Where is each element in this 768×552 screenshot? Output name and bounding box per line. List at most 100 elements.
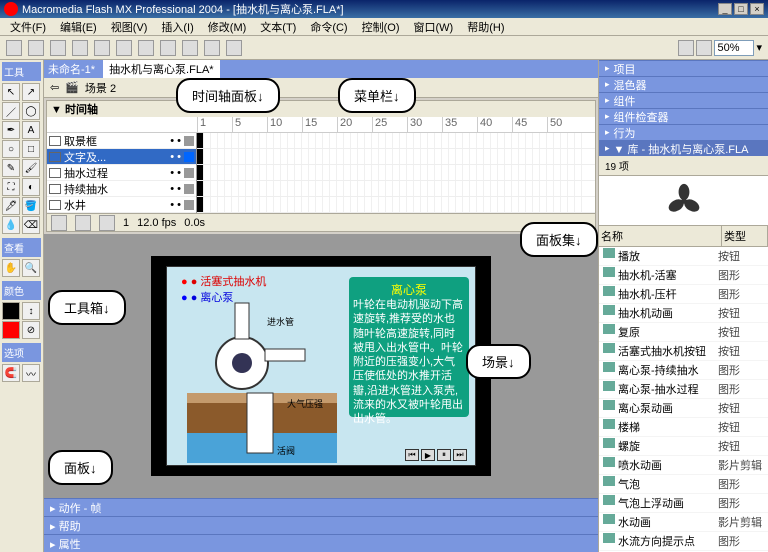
add-layer-icon[interactable] xyxy=(51,215,67,231)
zoom-input[interactable] xyxy=(714,40,754,56)
panel-help[interactable]: ▸ 帮助 xyxy=(44,516,598,534)
timeline-layer[interactable]: 取景框•• xyxy=(47,133,196,149)
pencil-tool[interactable]: ✎ xyxy=(2,159,20,177)
text-tool[interactable]: A xyxy=(22,121,40,139)
add-folder-icon[interactable] xyxy=(75,215,91,231)
panel-components[interactable]: 组件 xyxy=(599,92,768,108)
library-title[interactable]: ▼ 库 - 抽水机与离心泵.FLA xyxy=(599,140,768,156)
zoom-tool[interactable]: 🔍 xyxy=(22,259,40,277)
bucket-tool[interactable]: 🪣 xyxy=(22,197,40,215)
open-icon[interactable] xyxy=(28,40,44,56)
hand-tool[interactable]: ✋ xyxy=(2,259,20,277)
library-item[interactable]: 螺旋按钮 xyxy=(599,437,768,456)
menu-commands[interactable]: 命令(C) xyxy=(304,18,353,36)
ink-tool[interactable]: 🖋 xyxy=(2,197,20,215)
panel-inspector[interactable]: 组件检查器 xyxy=(599,108,768,124)
stroke-color[interactable] xyxy=(2,302,20,320)
eraser-tool[interactable]: ⌫ xyxy=(22,216,40,234)
tab-untitled[interactable]: 未命名-1* xyxy=(48,61,95,77)
menu-text[interactable]: 文本(T) xyxy=(254,18,302,36)
library-item[interactable]: 离心泵-抽水过程图形 xyxy=(599,380,768,399)
hand-icon[interactable] xyxy=(678,40,694,56)
canvas[interactable]: ● ● 活塞式抽水机 ● ● 离心泵 离心泵 叶轮在电动机驱动下高速旋转,推荐受… xyxy=(166,266,476,466)
menu-modify[interactable]: 修改(M) xyxy=(202,18,253,36)
panel-mixer[interactable]: 混色器 xyxy=(599,76,768,92)
lasso-tool[interactable]: ◯ xyxy=(22,102,40,120)
close-button[interactable]: × xyxy=(750,3,764,15)
undo-icon[interactable] xyxy=(160,40,176,56)
oval-tool[interactable]: ○ xyxy=(2,140,20,158)
snap-icon[interactable] xyxy=(204,40,220,56)
transform-tool[interactable]: ⛶ xyxy=(2,178,20,196)
option-smooth[interactable]: 〰 xyxy=(22,364,40,382)
frame-row[interactable] xyxy=(197,165,595,181)
library-item[interactable]: 气泡图形 xyxy=(599,475,768,494)
option-magnet[interactable]: 🧲 xyxy=(2,364,20,382)
rect-tool[interactable]: □ xyxy=(22,140,40,158)
panel-behaviors[interactable]: 行为 xyxy=(599,124,768,140)
library-item[interactable]: 楼梯按钮 xyxy=(599,418,768,437)
back-icon[interactable]: ⇦ xyxy=(50,81,59,94)
play-icon[interactable]: ▶ xyxy=(421,449,435,461)
paste-icon[interactable] xyxy=(138,40,154,56)
menu-help[interactable]: 帮助(H) xyxy=(461,18,510,36)
brush-tool[interactable]: 🖌 xyxy=(22,159,40,177)
first-frame-icon[interactable]: ⏮ xyxy=(405,449,419,461)
frame-row[interactable] xyxy=(197,181,595,197)
menu-file[interactable]: 文件(F) xyxy=(4,18,52,36)
library-item[interactable]: 水流方向提示点图形 xyxy=(599,532,768,551)
no-color[interactable]: ⊘ xyxy=(22,321,40,339)
library-list[interactable]: 播放按钮抽水机-活塞图形抽水机-压杆图形抽水机动画按钮复原按钮活塞式抽水机按钮按… xyxy=(599,247,768,552)
scene-icon[interactable]: 🎬 xyxy=(65,81,79,94)
menu-window[interactable]: 窗口(W) xyxy=(408,18,460,36)
align-icon[interactable] xyxy=(226,40,242,56)
fill-transform-tool[interactable]: ◐ xyxy=(22,178,40,196)
fill-color[interactable] xyxy=(2,321,20,339)
col-type[interactable]: 类型 xyxy=(722,226,768,246)
dropper-tool[interactable]: 💧 xyxy=(2,216,20,234)
last-frame-icon[interactable]: ⏭ xyxy=(453,449,467,461)
frames-area[interactable] xyxy=(197,133,595,213)
copy-icon[interactable] xyxy=(116,40,132,56)
delete-layer-icon[interactable] xyxy=(99,215,115,231)
scene-name[interactable]: 场景 2 xyxy=(85,80,116,96)
library-item[interactable]: 复原按钮 xyxy=(599,323,768,342)
print-icon[interactable] xyxy=(72,40,88,56)
menu-edit[interactable]: 编辑(E) xyxy=(54,18,103,36)
tab-current[interactable]: 抽水机与离心泵.FLA* xyxy=(103,60,220,78)
timeline-title[interactable]: ▼ 时间轴 xyxy=(47,101,595,117)
timeline-layer[interactable]: 文字及...•• xyxy=(47,149,196,165)
new-icon[interactable] xyxy=(6,40,22,56)
redo-icon[interactable] xyxy=(182,40,198,56)
library-item[interactable]: 播放按钮 xyxy=(599,247,768,266)
menu-insert[interactable]: 插入(I) xyxy=(155,18,199,36)
library-item[interactable]: 抽水机-活塞图形 xyxy=(599,266,768,285)
subselect-tool[interactable]: ↗ xyxy=(22,83,40,101)
maximize-button[interactable]: □ xyxy=(734,3,748,15)
library-item[interactable]: 气泡上浮动画图形 xyxy=(599,494,768,513)
timeline-ruler[interactable]: 15101520253035404550 xyxy=(47,117,595,133)
save-icon[interactable] xyxy=(50,40,66,56)
frame-row[interactable] xyxy=(197,149,595,165)
frame-row[interactable] xyxy=(197,133,595,149)
menu-view[interactable]: 视图(V) xyxy=(105,18,154,36)
line-tool[interactable]: ／ xyxy=(2,102,20,120)
panel-project[interactable]: 项目 xyxy=(599,60,768,76)
library-item[interactable]: 离心泵-持续抽水图形 xyxy=(599,361,768,380)
library-item[interactable]: 喷水动画影片剪辑 xyxy=(599,456,768,475)
pen-tool[interactable]: ✒ xyxy=(2,121,20,139)
zoom-icon[interactable] xyxy=(696,40,712,56)
panel-properties[interactable]: ▸ 属性 xyxy=(44,534,598,552)
timeline-layer[interactable]: 持续抽水•• xyxy=(47,181,196,197)
zoom-dropdown-icon[interactable]: ▾ xyxy=(756,41,762,54)
col-name[interactable]: 名称 xyxy=(599,226,722,246)
timeline-layer[interactable]: 水井•• xyxy=(47,197,196,213)
menu-control[interactable]: 控制(O) xyxy=(356,18,406,36)
stroke-swap[interactable]: ↕ xyxy=(22,302,40,320)
library-item[interactable]: 抽水机-压杆图形 xyxy=(599,285,768,304)
library-item[interactable]: 活塞式抽水机按钮按钮 xyxy=(599,342,768,361)
minimize-button[interactable]: _ xyxy=(718,3,732,15)
library-item[interactable]: 离心泵动画按钮 xyxy=(599,399,768,418)
selection-tool[interactable]: ↖ xyxy=(2,83,20,101)
frame-row[interactable] xyxy=(197,197,595,213)
